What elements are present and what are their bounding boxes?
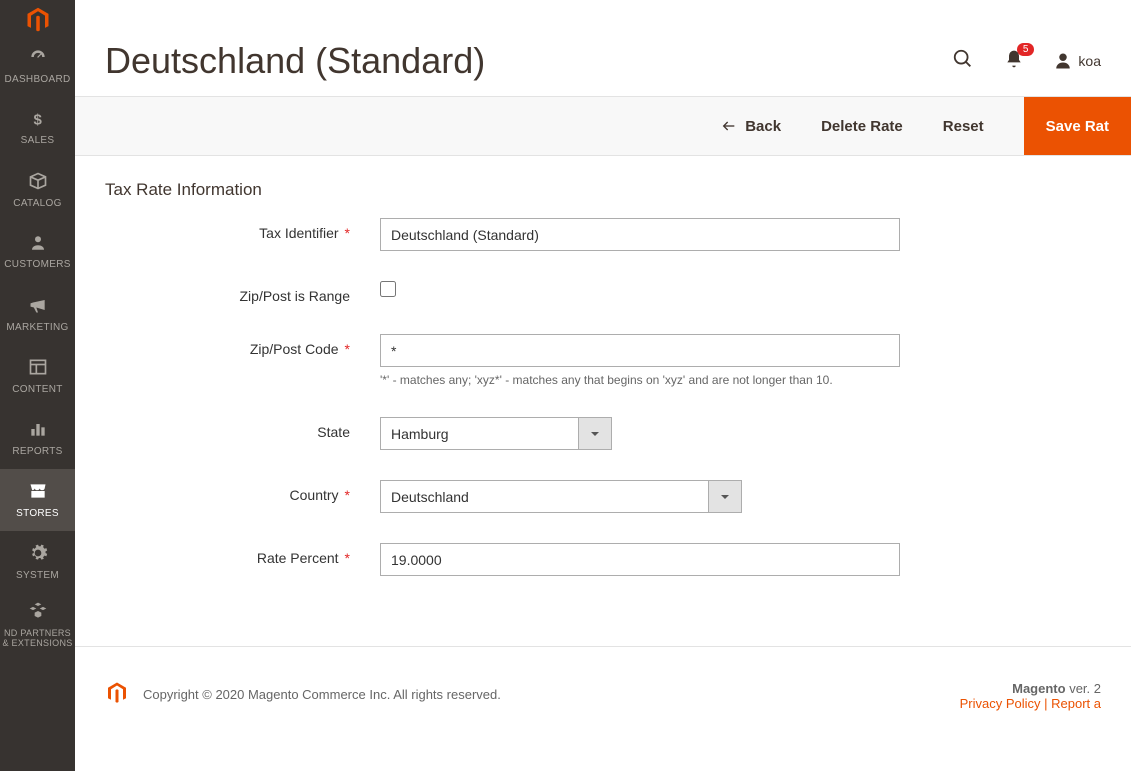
- sidebar-label: DASHBOARD: [4, 74, 70, 85]
- required-marker: *: [345, 225, 350, 241]
- page-title: Deutschland (Standard): [105, 40, 485, 82]
- sidebar-item-system[interactable]: SYSTEM: [0, 531, 75, 593]
- field-zip-code: Zip/Post Code * '*' - matches any; 'xyz*'…: [105, 334, 1101, 387]
- sidebar-item-reports[interactable]: REPORTS: [0, 407, 75, 469]
- zip-code-input[interactable]: [380, 334, 900, 367]
- sidebar-label: REPORTS: [12, 446, 62, 457]
- user-menu[interactable]: koa: [1054, 52, 1101, 70]
- state-label: State: [317, 424, 350, 440]
- chevron-down-icon: [578, 418, 611, 449]
- sidebar-item-marketing[interactable]: MARKETING: [0, 283, 75, 345]
- zip-is-range-label: Zip/Post is Range: [240, 288, 351, 304]
- field-country: Country * Deutschland: [105, 480, 1101, 513]
- rate-percent-label: Rate Percent: [257, 550, 339, 566]
- sidebar-label: CONTENT: [12, 384, 62, 395]
- country-select[interactable]: Deutschland: [380, 480, 742, 513]
- sidebar-label: STORES: [16, 508, 59, 519]
- username: koa: [1078, 53, 1101, 69]
- blocks-icon: [28, 601, 48, 624]
- field-state: State Hamburg: [105, 417, 1101, 450]
- sidebar-label: CATALOG: [13, 198, 61, 209]
- required-marker: *: [345, 550, 350, 566]
- field-rate-percent: Rate Percent *: [105, 543, 1101, 576]
- reset-button[interactable]: Reset: [943, 118, 984, 135]
- state-select[interactable]: Hamburg: [380, 417, 612, 450]
- zip-is-range-checkbox[interactable]: [380, 281, 396, 297]
- person-icon: [29, 234, 47, 255]
- notification-badge: 5: [1017, 43, 1035, 56]
- zip-code-help: '*' - matches any; 'xyz*' - matches any …: [380, 373, 900, 387]
- required-marker: *: [345, 341, 350, 357]
- svg-text:$: $: [33, 111, 42, 128]
- dashboard-icon: [28, 47, 48, 70]
- sidebar-item-customers[interactable]: CUSTOMERS: [0, 221, 75, 283]
- sidebar-item-partners[interactable]: ND PARTNERS & EXTENSIONS: [0, 593, 75, 655]
- sidebar-nav: DASHBOARD $ SALES CATALOG CUSTOMERS MARKE…: [0, 0, 75, 771]
- sidebar-label: ND PARTNERS & EXTENSIONS: [2, 628, 73, 648]
- magento-logo-icon: [105, 681, 129, 708]
- section-title: Tax Rate Information: [105, 180, 1101, 200]
- chevron-down-icon: [708, 481, 741, 512]
- box-icon: [28, 171, 48, 194]
- copyright-text: Copyright © 2020 Magento Commerce Inc. A…: [143, 687, 501, 702]
- dollar-icon: $: [29, 110, 47, 131]
- sidebar-item-dashboard[interactable]: DASHBOARD: [0, 35, 75, 97]
- sidebar-label: CUSTOMERS: [4, 259, 70, 270]
- title-bar: Deutschland (Standard) 5 koa: [75, 0, 1131, 96]
- required-marker: *: [345, 487, 350, 503]
- main-content: Deutschland (Standard) 5 koa Back Delete…: [75, 0, 1131, 771]
- version-text: ver. 2: [1066, 681, 1101, 696]
- sidebar-label: SALES: [21, 135, 55, 146]
- brand-name: Magento: [1012, 681, 1065, 696]
- tax-rate-form: Tax Rate Information Tax Identifier * Zip…: [75, 156, 1131, 646]
- search-icon[interactable]: [952, 48, 974, 75]
- sidebar-item-content[interactable]: CONTENT: [0, 345, 75, 407]
- action-bar: Back Delete Rate Reset Save Rat: [75, 96, 1131, 156]
- notifications-icon[interactable]: 5: [1004, 49, 1024, 74]
- delete-rate-button[interactable]: Delete Rate: [821, 118, 903, 135]
- footer-links[interactable]: Privacy Policy | Report a: [960, 696, 1101, 711]
- megaphone-icon: [28, 295, 48, 318]
- layout-icon: [28, 357, 48, 380]
- sidebar-item-catalog[interactable]: CATALOG: [0, 159, 75, 221]
- field-zip-is-range: Zip/Post is Range: [105, 281, 1101, 304]
- store-icon: [28, 481, 48, 504]
- field-tax-identifier: Tax Identifier *: [105, 218, 1101, 251]
- sidebar-item-stores[interactable]: STORES: [0, 469, 75, 531]
- tax-identifier-input[interactable]: [380, 218, 900, 251]
- zip-code-label: Zip/Post Code: [250, 341, 339, 357]
- page-footer: Copyright © 2020 Magento Commerce Inc. A…: [75, 646, 1131, 751]
- sidebar-label: MARKETING: [6, 322, 68, 333]
- tax-identifier-label: Tax Identifier: [259, 225, 338, 241]
- country-label: Country: [290, 487, 339, 503]
- save-rate-button[interactable]: Save Rat: [1024, 97, 1131, 155]
- back-button[interactable]: Back: [721, 118, 781, 135]
- sidebar-label: SYSTEM: [16, 570, 59, 581]
- rate-percent-input[interactable]: [380, 543, 900, 576]
- gear-icon: [28, 543, 48, 566]
- bars-icon: [28, 419, 48, 442]
- magento-logo[interactable]: [0, 0, 75, 35]
- sidebar-item-sales[interactable]: $ SALES: [0, 97, 75, 159]
